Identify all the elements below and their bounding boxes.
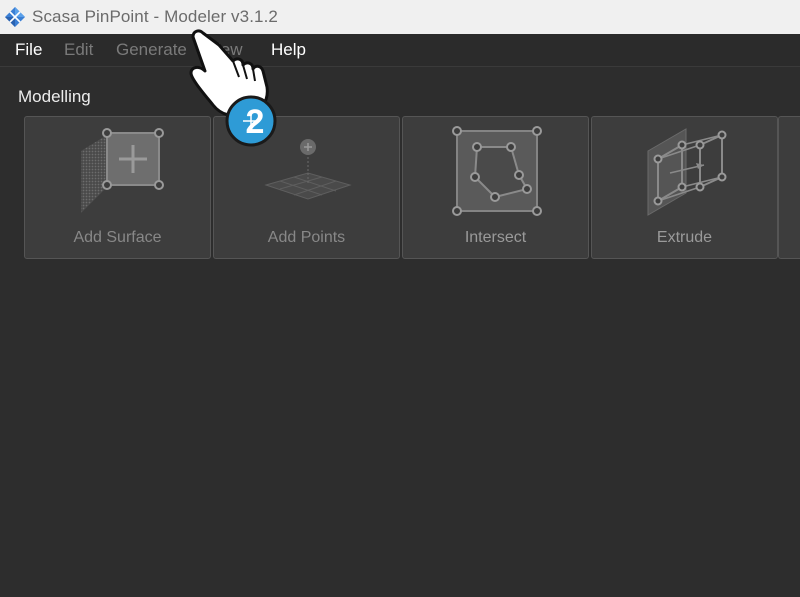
section-label-modelling: Modelling: [18, 87, 91, 106]
intersect-icon: [452, 126, 542, 216]
menu-file[interactable]: File: [15, 40, 42, 60]
intersect-button[interactable]: Intersect: [402, 116, 589, 259]
title-bar: Scasa PinPoint - Modeler v3.1.2: [0, 0, 800, 34]
pinpoint-logo-icon: [5, 7, 25, 27]
menu-generate[interactable]: Generate: [116, 40, 187, 60]
window-title: Scasa PinPoint - Modeler v3.1.2: [32, 7, 278, 26]
add-surface-label: Add Surface: [73, 229, 162, 246]
extrude-icon: [647, 128, 727, 216]
next-tool-button[interactable]: [778, 116, 800, 259]
add-surface-button[interactable]: Add Surface: [24, 116, 211, 259]
add-points-label: Add Points: [267, 229, 346, 246]
menu-view[interactable]: View: [206, 40, 243, 60]
extrude-label: Extrude: [656, 229, 713, 246]
intersect-label: Intersect: [464, 229, 527, 246]
add-points-button[interactable]: Add Points: [213, 116, 400, 259]
menu-bar: File Edit Generate View Help: [0, 34, 800, 67]
add-points-icon: [264, 139, 352, 200]
add-surface-icon: [81, 128, 164, 213]
extrude-button[interactable]: Extrude: [591, 116, 778, 259]
menu-edit[interactable]: Edit: [64, 40, 93, 60]
menu-help[interactable]: Help: [271, 40, 306, 60]
